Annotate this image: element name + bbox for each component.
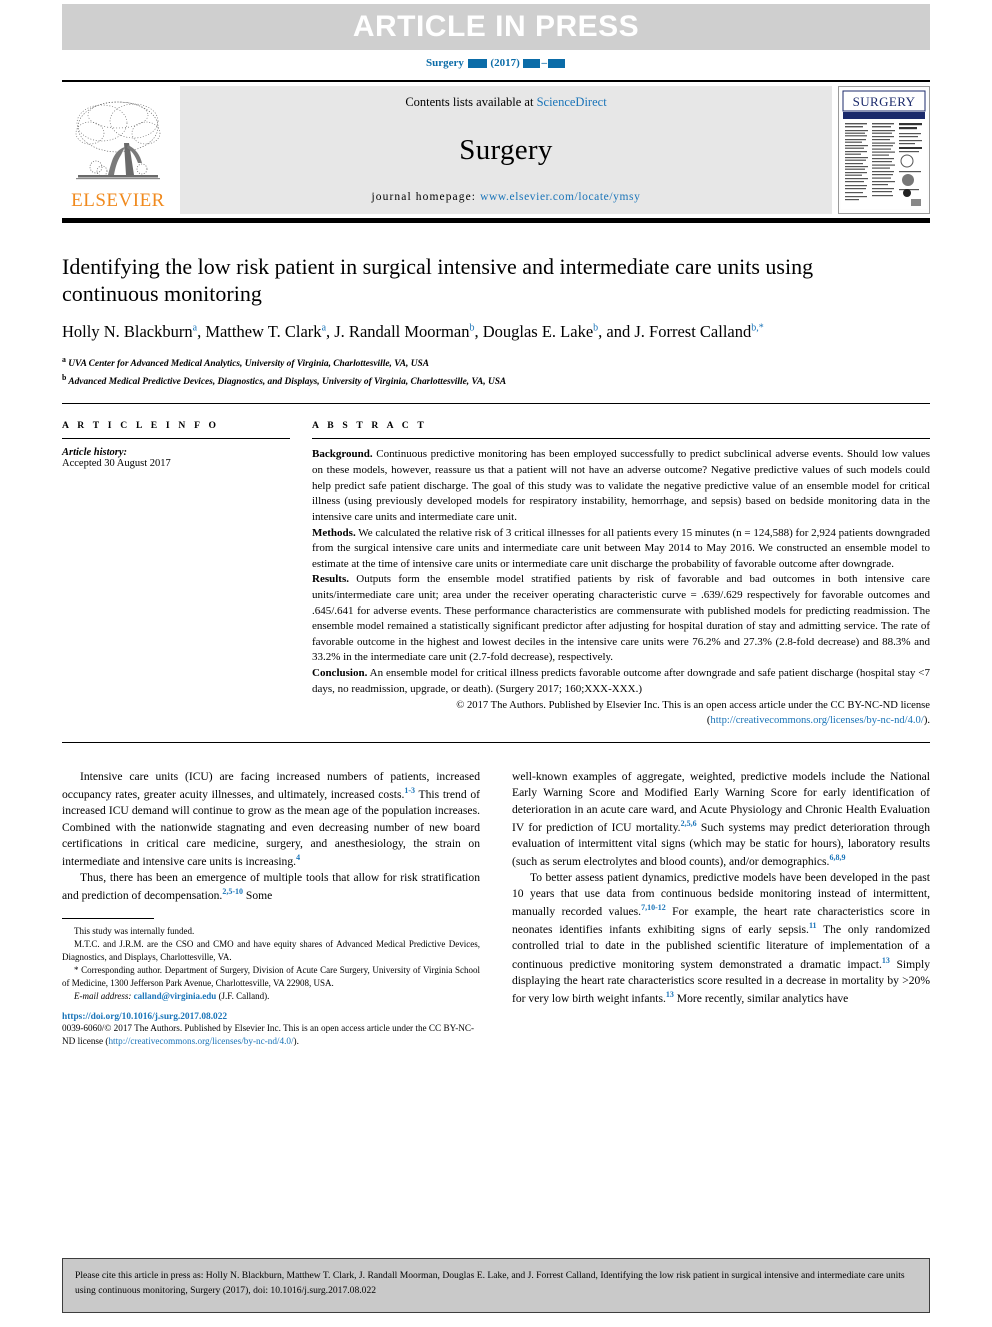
affiliation-mark: a (62, 354, 66, 364)
abstract-results-text: Outputs form the ensemble model stratifi… (312, 573, 930, 664)
affiliation-text: UVA Center for Advanced Medical Analytic… (68, 359, 429, 370)
article-in-press-label: ARTICLE IN PRESS (352, 10, 640, 43)
masthead: ELSEVIER Contents lists available at Sci… (62, 80, 930, 223)
title-block: Identifying the low risk patient in surg… (62, 223, 930, 389)
author-sep: , (474, 321, 483, 341)
running-head: Surgery (2017) – (0, 57, 992, 69)
elsevier-logo: ELSEVIER (62, 86, 174, 214)
cc-license-link-footer[interactable]: http://creativecommons.org/licenses/by-n… (108, 1036, 293, 1046)
journal-homepage-line: journal homepage: www.elsevier.com/locat… (372, 191, 641, 203)
abstract-background-label: Background. (312, 448, 373, 461)
affiliation-a: a UVA Center for Advanced Medical Analyt… (62, 354, 930, 372)
cite-this-article-text: Please cite this article in press as: Ho… (75, 1270, 905, 1296)
author-sep: , and (598, 321, 635, 341)
body-paragraph: Thus, there has been an emergence of mul… (62, 870, 480, 904)
elsevier-wordmark: ELSEVIER (71, 190, 165, 211)
redacted-page-end-block (547, 58, 565, 68)
article-info-rule (62, 438, 290, 440)
redacted-page-start-block (523, 58, 541, 68)
abstract-background-text: Continuous predictive monitoring has bee… (312, 448, 931, 523)
corresponding-author-text: Corresponding author. Department of Surg… (62, 965, 480, 989)
article-info-heading: A R T I C L E I N F O (62, 420, 220, 432)
body-paragraph: To better assess patient dynamics, predi… (512, 870, 930, 1007)
abstract-conclusion-label: Conclusion. (312, 666, 368, 679)
running-head-journal: Surgery (426, 57, 464, 69)
body-paragraph: well-known examples of aggregate, weight… (512, 769, 930, 870)
footnote-spacer (62, 1003, 480, 1012)
footnote-conflict: M.T.C. and J.R.M. are the CSO and CMO an… (62, 939, 480, 963)
affiliation-text: Advanced Medical Predictive Devices, Dia… (68, 376, 507, 387)
abstract-rule (312, 438, 930, 440)
citation-ref[interactable]: 1-3 (404, 786, 415, 795)
journal-cover-image: SURGERY (841, 89, 927, 209)
journal-title: Surgery (459, 134, 553, 166)
info-abstract-section: A R T I C L E I N F O Article history: A… (62, 420, 930, 728)
issn-copyright-line: 0039-6060/© 2017 The Authors. Published … (62, 1022, 480, 1048)
journal-banner: Contents lists available at ScienceDirec… (180, 86, 832, 214)
footnote-corresponding: * Corresponding author. Department of Su… (62, 964, 480, 990)
page-title: Identifying the low risk patient in surg… (62, 254, 814, 307)
issn-suffix: ). (293, 1035, 299, 1046)
article-history-value: Accepted 30 August 2017 (62, 458, 171, 470)
sciencedirect-link[interactable]: ScienceDirect (537, 95, 607, 109)
abstract-conclusion-text: An ensemble model for critical illness p… (312, 666, 930, 695)
email-link[interactable]: calland@virginia.edu (134, 991, 217, 1001)
author-name: Matthew T. Clark (205, 321, 322, 341)
abstract-results-label: Results. (312, 573, 349, 586)
author-name: Douglas E. Lake (482, 321, 594, 341)
article-history-label: Article history: (62, 447, 128, 459)
affiliation-mark: b (62, 372, 67, 382)
author-affil-mark: b,* (751, 322, 764, 334)
title-divider (62, 403, 930, 405)
corresponding-author-mark: * (74, 965, 79, 976)
citation-ref[interactable]: 7,10-12 (641, 903, 666, 912)
footnote-email: E-mail address: calland@virginia.edu (J.… (62, 990, 480, 1003)
contents-prefix: Contents lists available at (405, 95, 537, 109)
affiliation-b: b Advanced Medical Predictive Devices, D… (62, 372, 930, 390)
redacted-volume-block (467, 58, 487, 68)
abstract-divider (62, 742, 930, 744)
citation-ref[interactable]: 4 (296, 853, 300, 862)
article-info-column: A R T I C L E I N F O Article history: A… (62, 420, 312, 728)
body-columns: Intensive care units (ICU) are facing in… (62, 769, 930, 1047)
footnote-funding: This study was internally funded. (74, 926, 195, 937)
citation-ref[interactable]: 11 (809, 921, 817, 930)
citation-ref[interactable]: 2,5,6 (681, 819, 697, 828)
journal-cover-thumbnail: SURGERY (838, 86, 930, 214)
body-left-column: Intensive care units (ICU) are facing in… (62, 769, 480, 1047)
email-label: E-mail address: (74, 990, 132, 1001)
svg-text:SURGERY: SURGERY (853, 94, 916, 109)
cite-this-article-box: Please cite this article in press as: Ho… (62, 1258, 930, 1313)
body-text: More recently, similar analytics have (673, 991, 849, 1005)
abstract-body: Background. Continuous predictive monito… (312, 447, 930, 697)
citation-ref[interactable]: 6,8,9 (829, 853, 845, 862)
abstract-copyright: © 2017 The Authors. Published by Elsevie… (312, 698, 930, 728)
author-name: J. Randall Moorman (334, 321, 470, 341)
citation-ref[interactable]: 13 (666, 990, 674, 999)
running-head-year: (2017) (490, 57, 520, 69)
abstract-column: A B S T R A C T Background. Continuous p… (312, 420, 930, 728)
homepage-prefix: journal homepage: (371, 191, 481, 203)
citation-ref[interactable]: 2,5-10 (222, 887, 243, 896)
cc-license-link[interactable]: http://creativecommons.org/licenses/by-n… (710, 715, 923, 726)
contents-list-line: Contents lists available at ScienceDirec… (405, 95, 606, 110)
body-right-column: well-known examples of aggregate, weight… (512, 769, 930, 1047)
elsevier-tree-icon (75, 101, 161, 180)
journal-homepage-link[interactable]: www.elsevier.com/locate/ymsy (480, 191, 640, 203)
author-name: Holly N. Blackburn (62, 321, 193, 341)
body-paragraph: Intensive care units (ICU) are facing in… (62, 769, 480, 870)
author-name: J. Forrest Calland (634, 321, 752, 341)
abstract-copyright-suffix: ). (923, 715, 930, 727)
body-text: Some (243, 889, 273, 903)
author-list: Holly N. Blackburna, Matthew T. Clarka, … (62, 320, 862, 343)
footnote-rule (62, 918, 154, 920)
abstract-heading: A B S T R A C T (312, 420, 427, 432)
citation-ref[interactable]: 13 (882, 956, 890, 965)
email-owner: (J.F. Calland). (218, 990, 270, 1001)
article-in-press-banner: ARTICLE IN PRESS (62, 4, 930, 50)
abstract-methods-text: We calculated the relative risk of 3 cri… (312, 526, 930, 570)
abstract-methods-label: Methods. (312, 526, 356, 539)
doi-link[interactable]: https://doi.org/10.1016/j.surg.2017.08.0… (62, 1012, 480, 1022)
